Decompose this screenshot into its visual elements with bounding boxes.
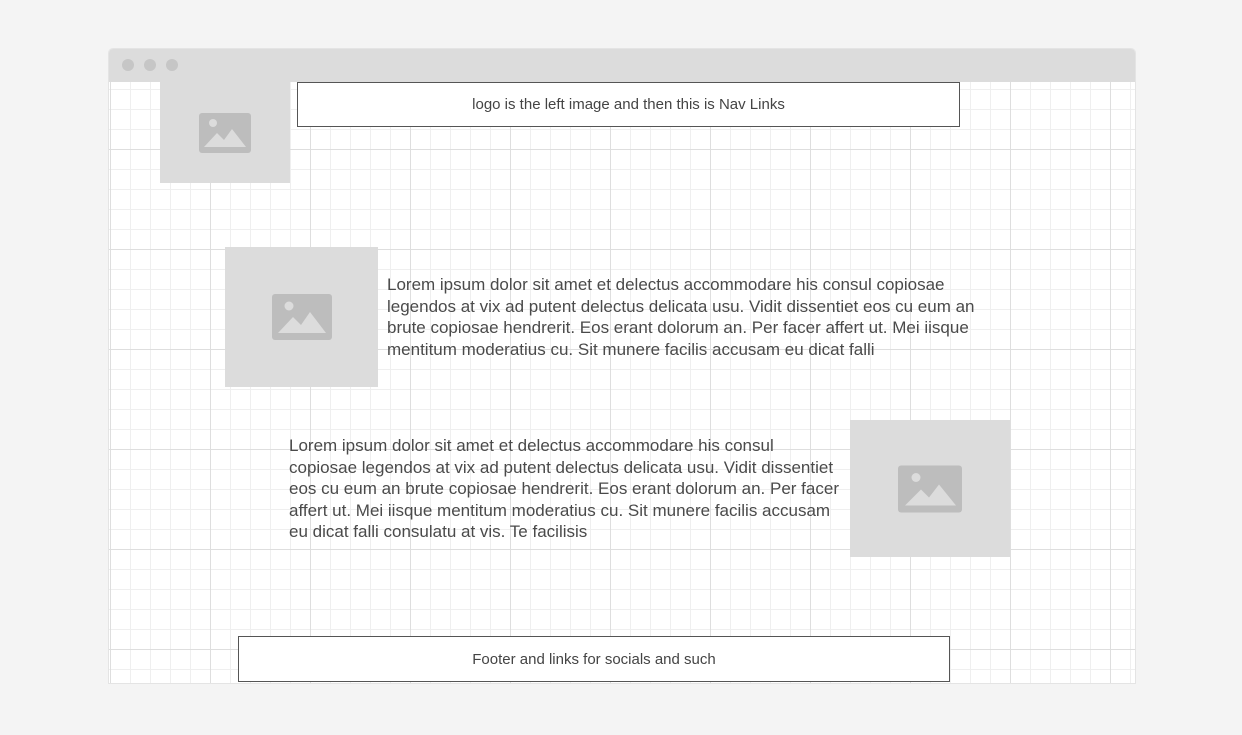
browser-window: logo is the left image and then this is …: [109, 49, 1135, 683]
wireframe-canvas: logo is the left image and then this is …: [109, 82, 1135, 683]
nav-links-bar[interactable]: logo is the left image and then this is …: [297, 82, 960, 127]
image-placeholder-icon: [199, 112, 251, 153]
footer-links-bar[interactable]: Footer and links for socials and such: [238, 636, 950, 682]
section-1-paragraph: Lorem ipsum dolor sit amet et delectus a…: [387, 275, 975, 359]
window-titlebar: [109, 49, 1135, 82]
image-placeholder-icon: [898, 465, 962, 512]
nav-links-label: logo is the left image and then this is …: [472, 96, 785, 113]
minimize-dot-icon[interactable]: [144, 59, 156, 71]
image-placeholder-icon: [271, 294, 332, 340]
footer-label: Footer and links for socials and such: [472, 650, 716, 668]
close-dot-icon[interactable]: [122, 59, 134, 71]
section-1-image-placeholder[interactable]: [225, 247, 378, 387]
section-2-paragraph: Lorem ipsum dolor sit amet et delectus a…: [289, 436, 839, 541]
section-2-image-placeholder[interactable]: [850, 420, 1010, 557]
logo-image-placeholder[interactable]: [160, 82, 290, 183]
maximize-dot-icon[interactable]: [166, 59, 178, 71]
